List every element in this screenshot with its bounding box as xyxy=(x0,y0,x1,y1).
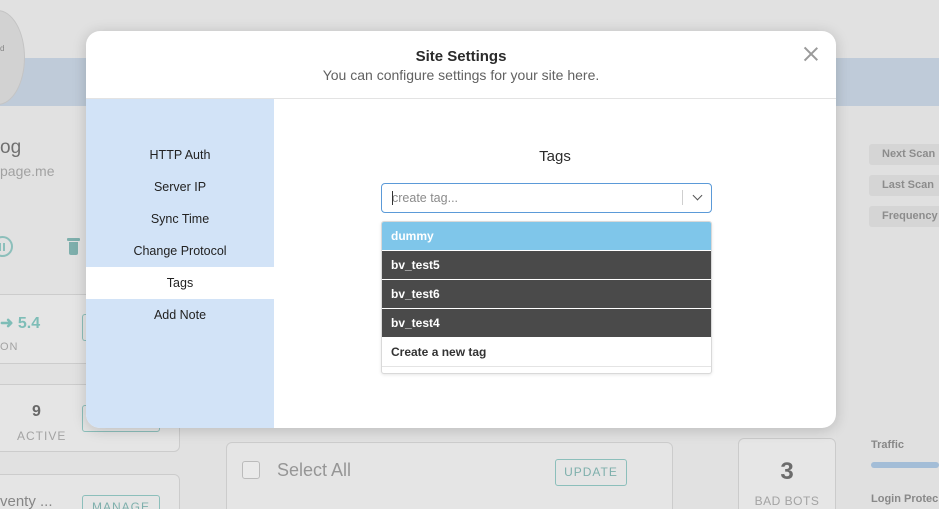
sidebar-item-tags[interactable]: Tags xyxy=(86,267,274,299)
modal-body: HTTP Auth Server IP Sync Time Change Pro… xyxy=(86,99,836,428)
modal-header: Site Settings You can configure settings… xyxy=(86,31,836,99)
tag-option[interactable]: bv_test6 xyxy=(382,280,711,309)
tag-option[interactable]: bv_test5 xyxy=(382,251,711,280)
close-icon[interactable] xyxy=(802,45,820,63)
tag-option[interactable]: dummy xyxy=(382,222,711,251)
sidebar-item-change-protocol[interactable]: Change Protocol xyxy=(86,235,274,267)
tag-option[interactable]: bv_test4 xyxy=(382,309,711,338)
tags-panel: Tags dummy bv_test5 bv_test6 bv_test4 Cr… xyxy=(274,99,836,428)
sidebar-item-http-auth[interactable]: HTTP Auth xyxy=(86,139,274,171)
sidebar-item-server-ip[interactable]: Server IP xyxy=(86,171,274,203)
tag-dropdown-menu: dummy bv_test5 bv_test6 bv_test4 Create … xyxy=(381,221,712,374)
tag-select[interactable] xyxy=(381,183,712,213)
site-settings-modal: Site Settings You can configure settings… xyxy=(86,31,836,428)
text-caret xyxy=(392,191,393,205)
modal-subtitle: You can configure settings for your site… xyxy=(322,67,600,83)
sidebar-item-sync-time[interactable]: Sync Time xyxy=(86,203,274,235)
create-new-tag-option[interactable]: Create a new tag xyxy=(382,338,711,367)
tag-input[interactable] xyxy=(392,190,672,206)
tags-heading: Tags xyxy=(539,148,571,165)
modal-title: Site Settings xyxy=(415,48,507,65)
chevron-down-icon[interactable] xyxy=(692,190,703,201)
sidebar-item-add-note[interactable]: Add Note xyxy=(86,299,274,331)
settings-sidebar: HTTP Auth Server IP Sync Time Change Pro… xyxy=(86,99,274,428)
select-divider xyxy=(682,190,683,205)
